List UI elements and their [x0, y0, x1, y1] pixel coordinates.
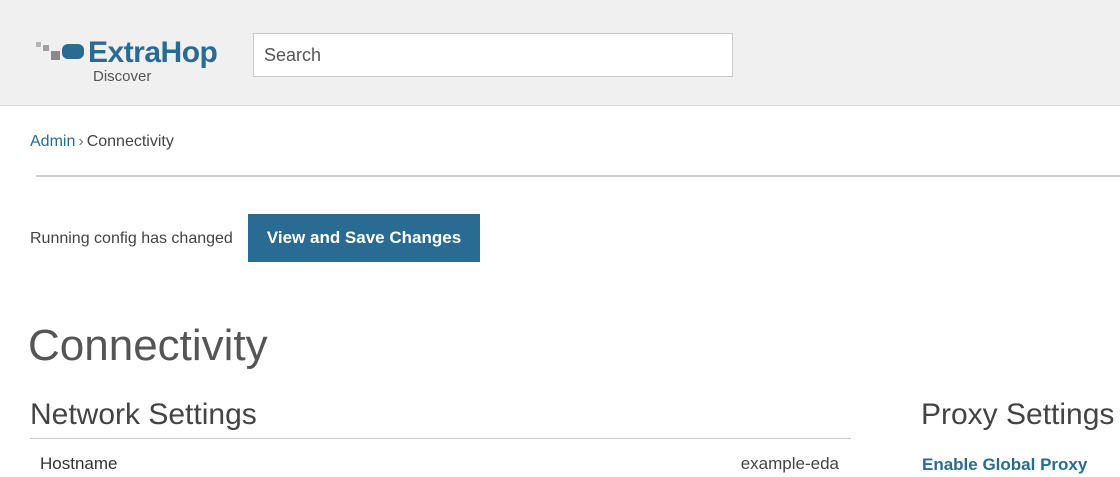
hostname-value: example-eda: [740, 454, 839, 473]
extrahop-logo[interactable]: ExtraHop Discover: [36, 36, 236, 88]
config-changed-notice: Running config has changed: [30, 230, 233, 247]
logo-name: ExtraHop: [88, 36, 218, 69]
page-title: Connectivity: [28, 321, 268, 370]
network-settings-divider: [30, 438, 851, 439]
search-input[interactable]: [253, 33, 733, 77]
breadcrumb-separator: ›: [78, 133, 84, 150]
breadcrumb-link-admin[interactable]: Admin: [30, 133, 75, 150]
network-settings-title: Network Settings: [30, 398, 257, 431]
breadcrumb-divider: [36, 175, 1120, 177]
top-header: ExtraHop Discover: [0, 0, 1120, 106]
breadcrumb: Admin › Connectivity: [30, 132, 174, 152]
hostname-row: Hostname example-eda: [30, 445, 851, 477]
enable-global-proxy-link[interactable]: Enable Global Proxy: [922, 455, 1087, 475]
extrahop-logo-icon: [36, 42, 84, 60]
proxy-settings-title: Proxy Settings: [921, 398, 1115, 431]
logo-product: Discover: [93, 68, 152, 85]
view-and-save-changes-button[interactable]: View and Save Changes: [248, 214, 480, 262]
breadcrumb-current: Connectivity: [86, 133, 174, 150]
hostname-label: Hostname: [40, 454, 118, 473]
